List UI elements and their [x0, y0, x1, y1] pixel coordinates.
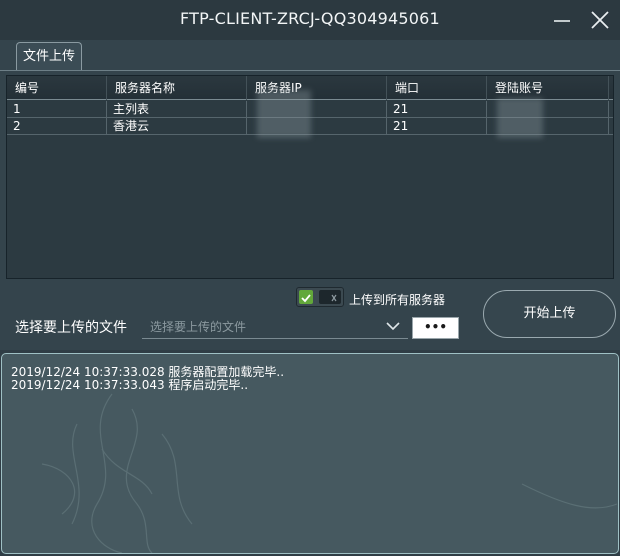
file-select-label: 选择要上传的文件	[15, 320, 127, 336]
upload-panel: 编号 服务器名称 服务器IP 端口 登陆账号 1 主列表 21 2 香港云 21	[0, 70, 620, 350]
redacted-ip	[257, 90, 311, 138]
upload-all-toggle[interactable]	[296, 287, 344, 307]
cell-id: 1	[7, 101, 107, 117]
toggle-grip	[319, 290, 341, 304]
chevron-down-icon	[386, 322, 400, 331]
cell-port: 21	[387, 101, 487, 117]
minimize-icon[interactable]	[550, 8, 574, 32]
cell-name: 香港云	[107, 118, 247, 134]
title-bar: FTP-CLIENT-ZRCJ-QQ304945061	[0, 0, 620, 40]
tab-file-upload[interactable]: 文件上传	[16, 42, 82, 72]
server-table[interactable]: 编号 服务器名称 服务器IP 端口 登陆账号 1 主列表 21 2 香港云 21	[6, 75, 614, 279]
redacted-account	[497, 98, 543, 138]
column-header-id[interactable]: 编号	[7, 76, 107, 100]
file-select-placeholder: 选择要上传的文件	[150, 320, 247, 334]
cell-name: 主列表	[107, 101, 247, 117]
cell-port: 21	[387, 118, 487, 134]
column-header-name[interactable]: 服务器名称	[107, 76, 247, 100]
window-title: FTP-CLIENT-ZRCJ-QQ304945061	[180, 9, 440, 28]
check-icon	[299, 290, 313, 304]
close-icon[interactable]	[588, 8, 612, 32]
upload-all-label: 上传到所有服务器	[349, 293, 446, 307]
column-header-account[interactable]: 登陆账号	[487, 76, 609, 100]
start-upload-button[interactable]: 开始上传	[483, 290, 616, 338]
file-select-dropdown[interactable]: 选择要上传的文件	[142, 315, 408, 339]
cell-id: 2	[7, 118, 107, 134]
log-panel[interactable]: 2019/12/24 10:37:33.028 服务器配置加载完毕.. 2019…	[1, 353, 619, 554]
log-line: 2019/12/24 10:37:33.043 程序启动完毕..	[11, 378, 249, 392]
browse-button[interactable]: •••	[412, 317, 459, 339]
column-header-port[interactable]: 端口	[387, 76, 487, 100]
tab-strip	[0, 40, 620, 70]
